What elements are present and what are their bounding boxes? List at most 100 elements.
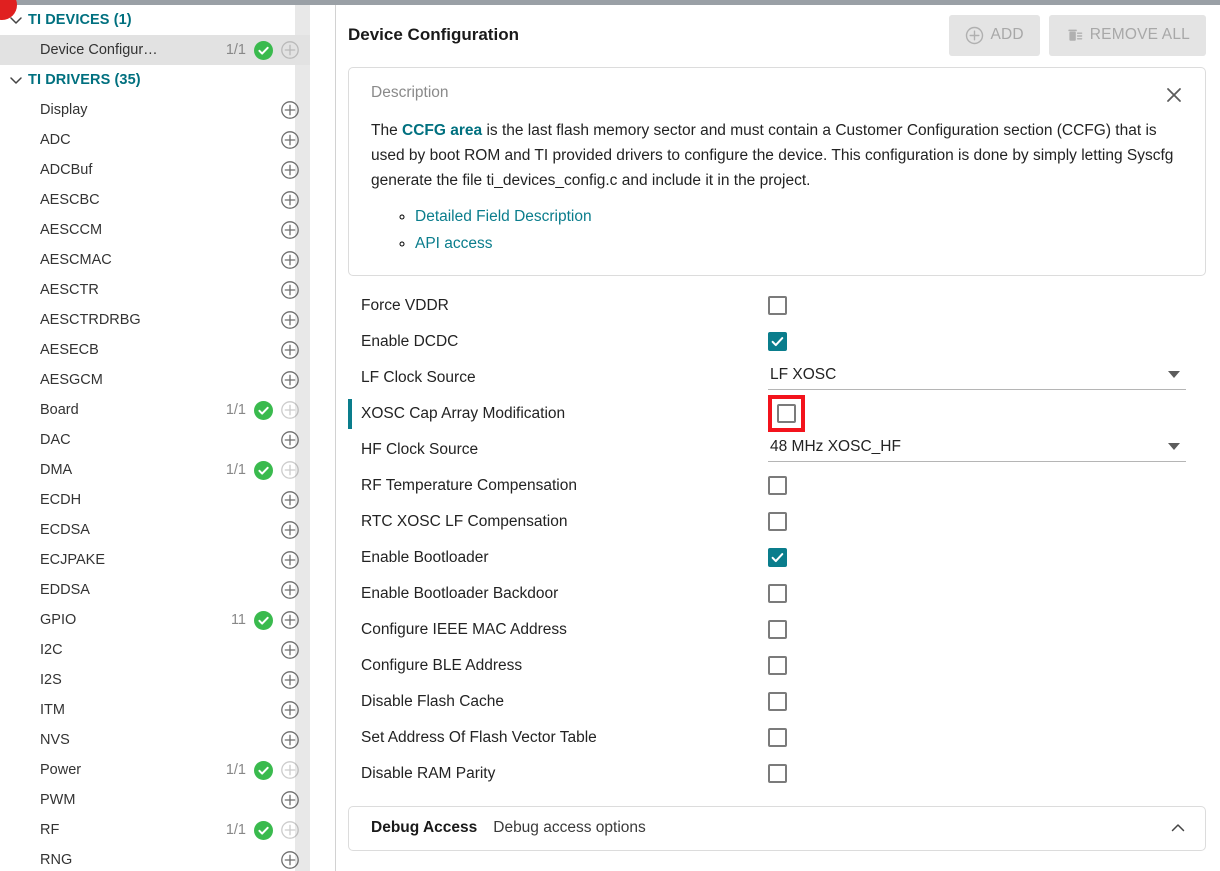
form-row-enable-dcdc: Enable DCDC (336, 324, 1220, 360)
add-instance-icon[interactable] (280, 490, 300, 510)
checkbox-enable-dcdc[interactable] (768, 332, 787, 351)
remove-all-button[interactable]: REMOVE ALL (1049, 15, 1206, 56)
status-ok-icon (254, 461, 273, 480)
sidebar-item-label: Board (40, 402, 226, 418)
add-instance-icon[interactable] (280, 190, 300, 210)
sidebar-item-display[interactable]: Display (0, 95, 310, 125)
form-row-configure-ieee-mac-address: Configure IEEE MAC Address (336, 612, 1220, 648)
tree-group-ti-devices[interactable]: TI DEVICES (1) (0, 5, 310, 35)
sidebar-item-aesctr[interactable]: AESCTR (0, 275, 310, 305)
sidebar-item-dac[interactable]: DAC (0, 425, 310, 455)
field-label: Enable Bootloader (348, 549, 768, 567)
description-link[interactable]: Detailed Field Description (415, 208, 592, 225)
sidebar-item-dma[interactable]: DMA1/1 (0, 455, 310, 485)
checkbox-set-address-of-flash-vector-table[interactable] (768, 728, 787, 747)
chevron-down-icon[interactable] (1168, 443, 1180, 450)
add-instance-icon[interactable] (280, 130, 300, 150)
add-instance-icon[interactable] (280, 370, 300, 390)
add-instance-icon[interactable] (280, 730, 300, 750)
add-instance-icon[interactable] (280, 670, 300, 690)
sidebar-item-aesctrdrbg[interactable]: AESCTRDRBG (0, 305, 310, 335)
sidebar-item-aesecb[interactable]: AESECB (0, 335, 310, 365)
sidebar-item-label: Power (40, 762, 226, 778)
checkbox-disable-ram-parity[interactable] (768, 764, 787, 783)
sidebar-item-gpio[interactable]: GPIO11 (0, 605, 310, 635)
sidebar-item-rng[interactable]: RNG (0, 845, 310, 871)
ccfg-area-link[interactable]: CCFG area (402, 122, 482, 139)
sidebar-item-device-configur[interactable]: Device Configur…1/1 (0, 35, 310, 65)
checkbox-enable-bootloader[interactable] (768, 548, 787, 567)
add-instance-icon[interactable] (280, 160, 300, 180)
chevron-up-icon[interactable] (1167, 817, 1189, 839)
add-instance-icon[interactable] (280, 550, 300, 570)
checkbox-disable-flash-cache[interactable] (768, 692, 787, 711)
description-link[interactable]: API access (415, 235, 493, 252)
add-button-label: ADD (990, 26, 1023, 44)
sidebar-item-i2c[interactable]: I2C (0, 635, 310, 665)
checkbox-xosc-cap-array-modification[interactable] (777, 404, 796, 423)
add-instance-icon[interactable] (280, 520, 300, 540)
sidebar-item-ecjpake[interactable]: ECJPAKE (0, 545, 310, 575)
add-instance-icon[interactable] (280, 280, 300, 300)
add-instance-icon[interactable] (280, 760, 300, 780)
form-row-disable-ram-parity: Disable RAM Parity (336, 756, 1220, 792)
form-row-enable-bootloader: Enable Bootloader (336, 540, 1220, 576)
tree-group-ti-drivers[interactable]: TI DRIVERS (35) (0, 65, 310, 95)
add-instance-icon[interactable] (280, 790, 300, 810)
sidebar-item-ecdh[interactable]: ECDH (0, 485, 310, 515)
sidebar-item-power[interactable]: Power1/1 (0, 755, 310, 785)
sidebar-item-label: AESCTRDRBG (40, 312, 254, 328)
sidebar-item-aescbc[interactable]: AESCBC (0, 185, 310, 215)
checkbox-enable-bootloader-backdoor[interactable] (768, 584, 787, 603)
add-instance-icon[interactable] (280, 640, 300, 660)
field-label: Disable Flash Cache (348, 693, 768, 711)
add-instance-icon[interactable] (280, 400, 300, 420)
add-instance-icon[interactable] (280, 460, 300, 480)
sidebar-item-rf[interactable]: RF1/1 (0, 815, 310, 845)
component-tree-sidebar: TI DEVICES (1)Device Configur…1/1TI DRIV… (0, 0, 310, 871)
sidebar-item-pwm[interactable]: PWM (0, 785, 310, 815)
add-instance-icon[interactable] (280, 580, 300, 600)
checkbox-configure-ieee-mac-address[interactable] (768, 620, 787, 639)
add-instance-icon[interactable] (280, 250, 300, 270)
select-lf-clock-source[interactable]: LF XOSC (768, 366, 1186, 390)
sidebar-item-ecdsa[interactable]: ECDSA (0, 515, 310, 545)
field-control (768, 332, 1220, 351)
checkbox-force-vddr[interactable] (768, 296, 787, 315)
add-instance-icon[interactable] (280, 700, 300, 720)
add-instance-icon[interactable] (280, 430, 300, 450)
checkbox-rtc-xosc-lf-compensation[interactable] (768, 512, 787, 531)
active-field-accent-bar (348, 399, 352, 429)
chevron-down-icon[interactable] (6, 70, 26, 90)
sidebar-item-aesccm[interactable]: AESCCM (0, 215, 310, 245)
chevron-down-icon[interactable] (1168, 371, 1180, 378)
panel-gap (310, 0, 335, 871)
checkbox-rf-temperature-compensation[interactable] (768, 476, 787, 495)
sidebar-item-nvs[interactable]: NVS (0, 725, 310, 755)
select-hf-clock-source[interactable]: 48 MHz XOSC_HF (768, 438, 1186, 462)
field-label: XOSC Cap Array Modification (348, 405, 768, 423)
field-label: Disable RAM Parity (348, 765, 768, 783)
field-control (768, 692, 1220, 711)
sidebar-item-aesgcm[interactable]: AESGCM (0, 365, 310, 395)
sidebar-item-itm[interactable]: ITM (0, 695, 310, 725)
sidebar-item-board[interactable]: Board1/1 (0, 395, 310, 425)
plus-circle-icon (965, 26, 984, 45)
add-instance-icon[interactable] (280, 850, 300, 870)
close-icon[interactable] (1161, 82, 1187, 108)
sidebar-item-adcbuf[interactable]: ADCBuf (0, 155, 310, 185)
add-instance-icon[interactable] (280, 40, 300, 60)
sidebar-item-eddsa[interactable]: EDDSA (0, 575, 310, 605)
sidebar-item-aescmac[interactable]: AESCMAC (0, 245, 310, 275)
checkbox-configure-ble-address[interactable] (768, 656, 787, 675)
sidebar-item-adc[interactable]: ADC (0, 125, 310, 155)
add-instance-icon[interactable] (280, 220, 300, 240)
add-instance-icon[interactable] (280, 100, 300, 120)
add-instance-icon[interactable] (280, 820, 300, 840)
debug-access-section[interactable]: Debug Access Debug access options (348, 806, 1206, 851)
add-instance-icon[interactable] (280, 610, 300, 630)
sidebar-item-i2s[interactable]: I2S (0, 665, 310, 695)
add-instance-icon[interactable] (280, 340, 300, 360)
add-instance-icon[interactable] (280, 310, 300, 330)
add-button[interactable]: ADD (949, 15, 1039, 56)
